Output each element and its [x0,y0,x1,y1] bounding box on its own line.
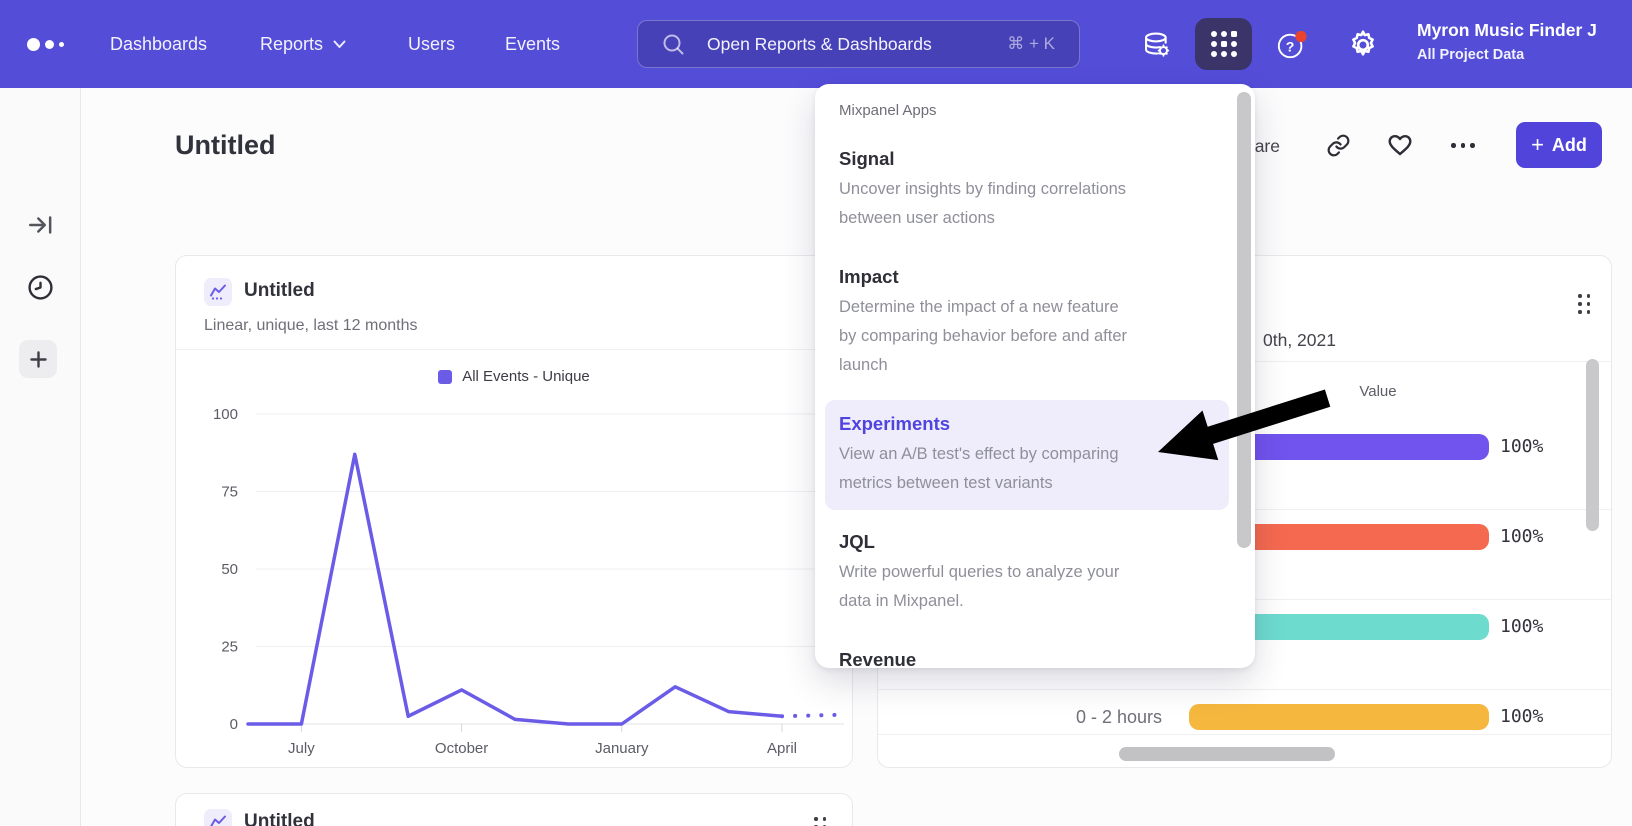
apps-menu-item-impact[interactable]: Impact Determine the impact of a new feat… [825,253,1229,392]
apps-menu-item-experiments[interactable]: Experiments View an A/B test's effect by … [825,400,1229,510]
chart-card-subtitle: Linear, unique, last 12 months [204,317,417,335]
chart-card-title[interactable]: Untitled [244,280,315,302]
value-bar [1189,704,1489,730]
copy-link-button[interactable] [1326,133,1351,163]
table-row: 0 - 2 hours 100% [878,704,1611,730]
line-chart-type-icon [204,809,232,826]
svg-text:January: January [595,740,649,757]
nav-dashboards[interactable]: Dashboards [110,0,207,88]
apps-menu-item-description: View an A/B test's effect by comparing m… [839,440,1215,498]
expand-sidebar-button[interactable] [0,211,81,239]
apps-menu-list: Mixpanel Apps Signal Uncover insights by … [815,84,1255,668]
apps-menu-item-jql[interactable]: JQL Write powerful queries to analyze you… [825,518,1229,628]
apps-menu-item-revenue[interactable]: Revenue [825,636,1229,668]
top-nav: Dashboards Reports Users Events Open Rep… [0,0,1632,88]
database-gear-icon [1142,30,1172,60]
add-button[interactable]: + Add [1516,122,1602,168]
page-title: Untitled [175,130,276,161]
user-name: Myron Music Finder J [1417,20,1597,41]
chart-card-title[interactable]: Untitled [244,811,315,826]
search-shortcut: ⌘ + K [1007,34,1055,54]
link-icon [1326,133,1351,158]
help-button[interactable]: ? [1276,29,1308,61]
apps-menu-item-description: Uncover insights by finding correlations… [839,175,1215,233]
apps-menu-header: Mixpanel Apps [839,102,1219,119]
favorite-button[interactable] [1386,131,1414,162]
vertical-scrollbar[interactable] [1586,359,1599,531]
nav-users[interactable]: Users [408,0,455,88]
svg-text:100: 100 [213,406,238,423]
global-search-input[interactable]: Open Reports & Dashboards ⌘ + K [637,20,1080,68]
data-management-button[interactable] [1141,29,1173,61]
drag-handle-icon[interactable] [814,817,826,826]
help-question-icon: ? [1276,29,1308,61]
row-value: 100% [1500,614,1543,640]
mixpanel-logo-icon[interactable] [27,0,64,88]
row-divider [878,734,1611,735]
plus-icon: + [1531,134,1544,156]
apps-menu-item-title: Revenue [839,648,1215,668]
clock-icon [27,274,54,301]
settings-button[interactable] [1344,26,1382,64]
svg-text:75: 75 [221,484,238,501]
apps-menu-item-description: Write powerful queries to analyze your d… [839,558,1215,616]
nav-events[interactable]: Events [505,0,560,88]
chart-legend: All Events - Unique [176,368,852,385]
apps-menu-item-title: Experiments [839,412,1215,436]
apps-menu-item-signal[interactable]: Signal Uncover insights by finding correl… [825,135,1229,245]
svg-text:April: April [767,740,797,757]
apps-menu-item-title: Impact [839,265,1215,289]
row-divider [878,689,1611,690]
project-name: All Project Data [1417,47,1597,63]
svg-text:?: ? [1286,39,1295,55]
notification-dot [1295,31,1306,42]
legend-swatch [438,370,452,384]
drag-handle-icon[interactable] [1578,294,1590,314]
apps-menu-item-title: JQL [839,530,1215,554]
apps-menu-item-description: Determine the impact of a new feature by… [839,293,1215,380]
svg-text:July: July [288,740,315,757]
user-project-menu[interactable]: Myron Music Finder J All Project Data [1417,20,1597,63]
row-value: 100% [1500,434,1543,460]
popover-scrollbar[interactable] [1237,92,1251,548]
apps-menu-button[interactable] [1195,18,1252,70]
svg-text:50: 50 [221,561,238,578]
row-value: 100% [1500,704,1543,730]
heart-icon [1386,131,1414,157]
nav-reports-label: Reports [260,34,323,55]
arrow-to-bar-icon [27,211,55,239]
add-board-button[interactable] [19,340,57,378]
mixpanel-apps-popover: Mixpanel Apps Signal Uncover insights by … [815,84,1255,668]
apps-grid-icon [1211,31,1237,57]
divider [176,349,852,350]
chevron-down-icon [333,40,346,49]
svg-text:October: October [435,740,488,757]
apps-menu-item-title: Signal [839,147,1215,171]
nav-users-label: Users [408,34,455,55]
line-chart-card: Untitled Linear, unique, last 12 months … [175,255,853,768]
horizontal-scrollbar[interactable] [1119,747,1335,761]
row-label: 0 - 2 hours [1076,704,1162,730]
recent-history-button[interactable] [0,274,81,301]
plus-icon [30,351,47,368]
more-options-button[interactable] [1451,143,1475,148]
nav-events-label: Events [505,34,560,55]
gear-icon [1346,28,1380,62]
row-value: 100% [1500,524,1543,550]
svg-text:0: 0 [230,716,238,733]
legend-label: All Events - Unique [462,368,590,385]
nav-reports[interactable]: Reports [260,0,346,88]
value-column-header: Value [1318,383,1438,400]
svg-text:25: 25 [221,639,238,656]
line-chart-type-icon [204,278,232,306]
second-chart-card: Untitled [175,793,853,826]
search-icon [662,33,685,56]
mixpanel-dashboard-screen: Dashboards Reports Users Events Open Rep… [0,0,1632,826]
left-sidebar [0,88,81,826]
nav-dashboards-label: Dashboards [110,34,207,55]
search-placeholder: Open Reports & Dashboards [707,34,932,55]
date-range-label: 0th, 2021 [1263,330,1336,351]
add-button-label: Add [1552,135,1587,156]
